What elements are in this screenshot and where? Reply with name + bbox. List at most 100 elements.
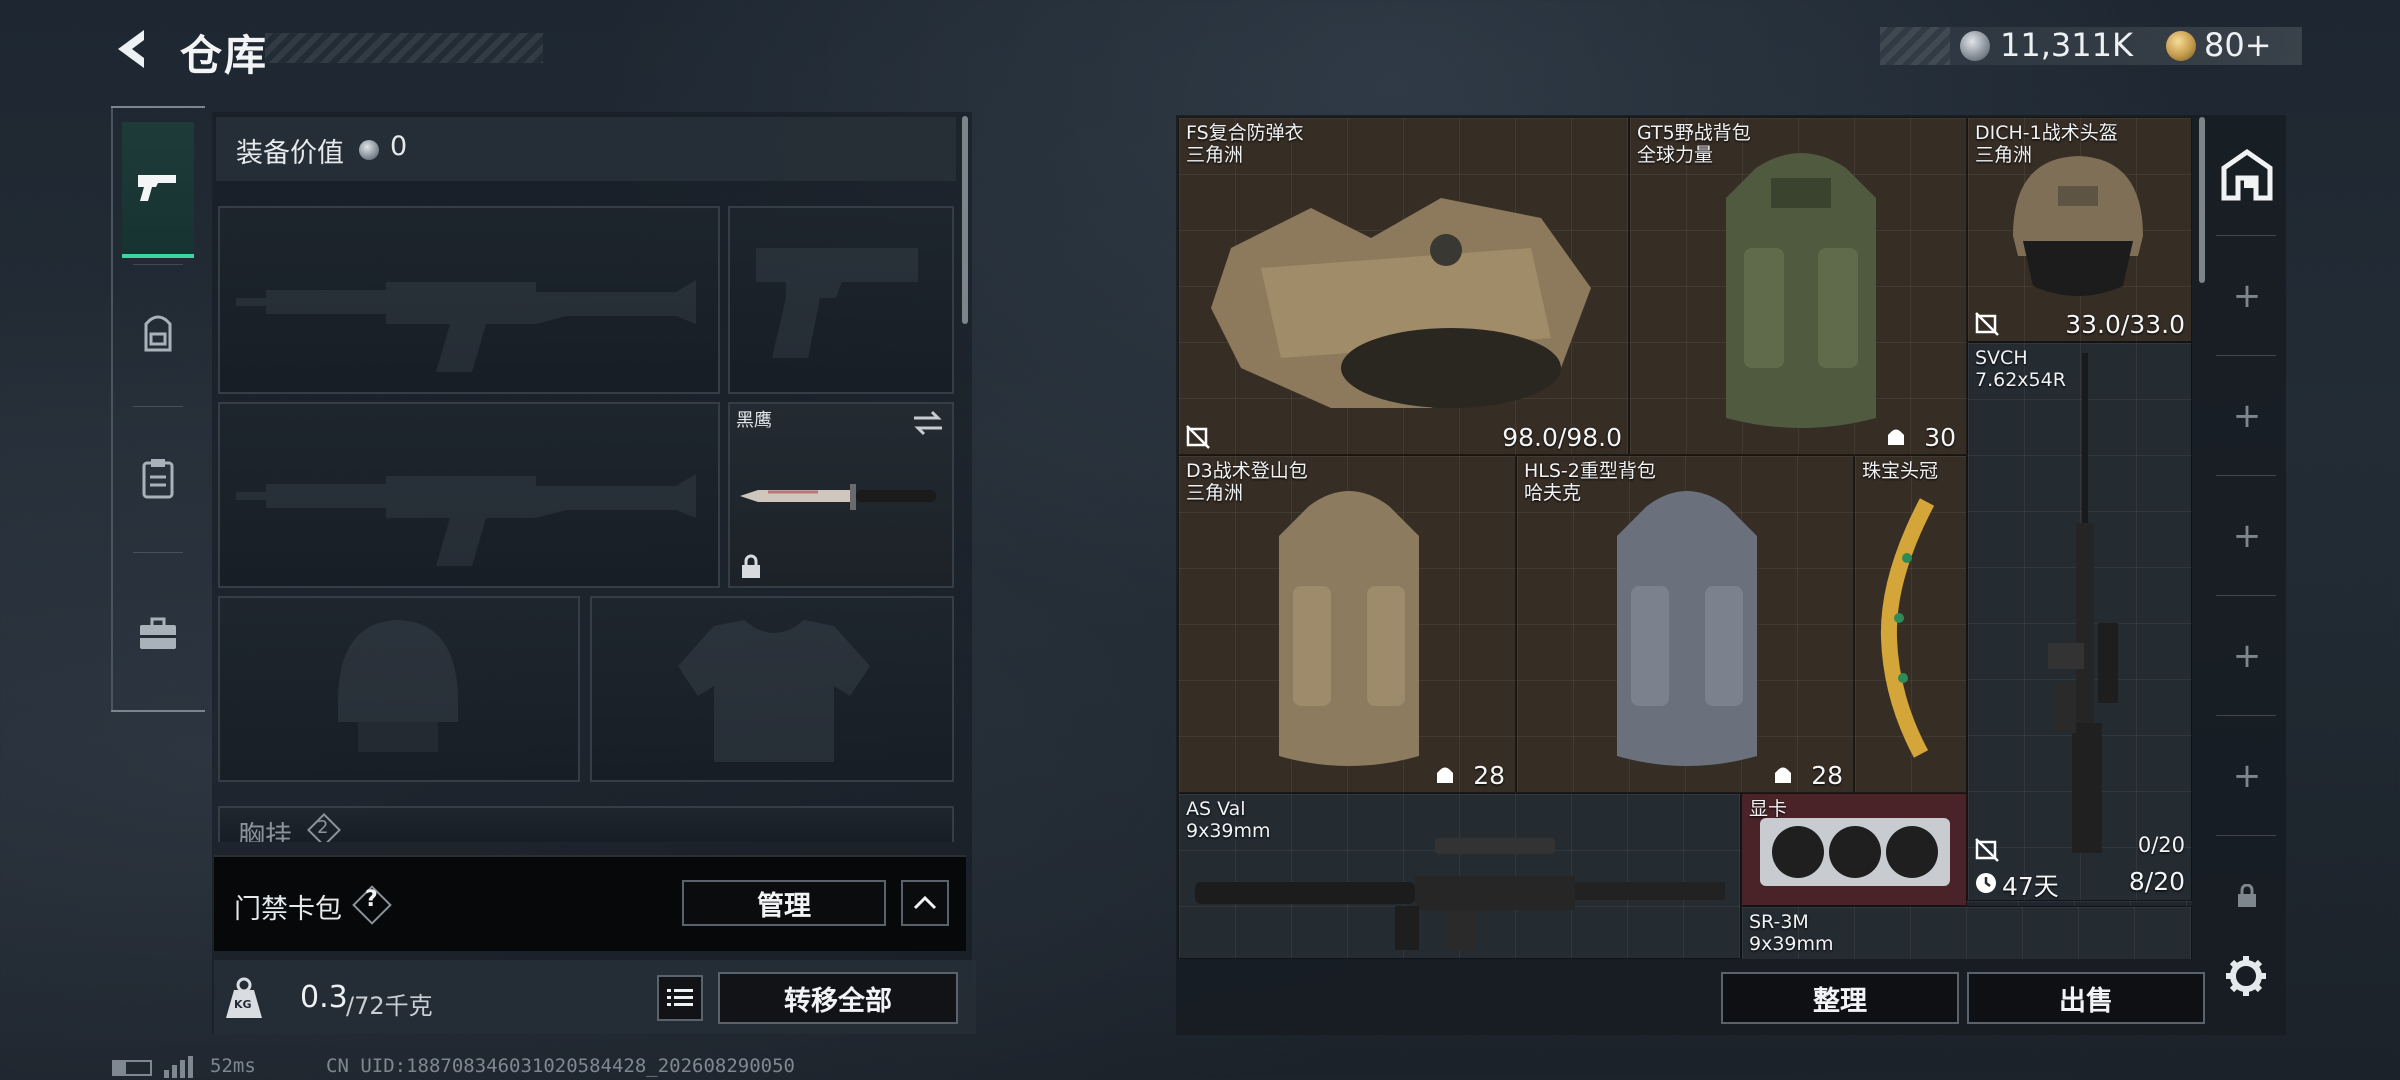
armor-vest-icon	[1211, 198, 1591, 408]
rail-divider	[2216, 715, 2276, 716]
signal-icon	[164, 1056, 194, 1078]
helmet-slot[interactable]	[218, 596, 580, 782]
capacity-icon	[1888, 429, 1904, 445]
sidebar-divider	[133, 406, 183, 407]
ping-text: 52ms	[210, 1055, 256, 1077]
storage-tab-main[interactable]	[2220, 148, 2274, 202]
melee-name: 黑鹰	[736, 410, 772, 431]
clipboard-icon	[142, 459, 174, 499]
weight-max: /72千克	[346, 992, 433, 1020]
settings-button[interactable]	[2224, 954, 2268, 998]
locked-storage[interactable]	[2237, 883, 2257, 908]
chevron-up-icon	[913, 895, 937, 910]
melee-slot[interactable]: 黑鹰	[728, 402, 954, 588]
item-ammo-count: 0/20	[2137, 833, 2185, 857]
back-button[interactable]	[108, 24, 156, 74]
tab-weapons[interactable]	[122, 122, 194, 258]
inventory-item-helmet[interactable]: DICH-1战术头盔 三角洲 33.0/33.0	[1967, 117, 2192, 342]
equip-value: 0	[390, 131, 408, 162]
rail-divider	[2216, 235, 2276, 236]
help-icon[interactable]: ?	[365, 887, 378, 912]
capacity-icon	[1437, 767, 1453, 783]
equip-value-label: 装备价值	[236, 138, 344, 169]
lock-icon	[742, 554, 760, 578]
battery-icon	[112, 1060, 152, 1076]
inventory-item-gpu[interactable]: 显卡	[1741, 793, 1967, 906]
add-storage-button[interactable]: +	[2229, 518, 2265, 554]
add-storage-button[interactable]: +	[2229, 638, 2265, 674]
add-storage-button[interactable]: +	[2229, 398, 2265, 434]
inventory-grid: FS复合防弹衣 三角洲 98.0/98.0 GT5野战背包 全球力量 30 DICH…	[1178, 117, 2192, 959]
item-capacity: 30	[1924, 423, 1956, 452]
gold-currency-value: 80+	[2204, 26, 2272, 64]
chest-rig-label: 胸挂	[238, 821, 292, 842]
helmet-icon	[2013, 156, 2143, 296]
equip-value-bar: 装备价值 0	[216, 117, 956, 181]
backpack-icon	[1617, 491, 1757, 766]
weight-icon: KG	[224, 976, 264, 1020]
inventory-item-d3-backpack[interactable]: D3战术登山包 三角洲 28	[1178, 455, 1516, 793]
gear-icon	[2226, 956, 2266, 996]
inventory-item-svch[interactable]: SVCH 7.62x54R 0/20 47天 8/20	[1967, 342, 2192, 901]
transfer-all-button[interactable]: 转移全部	[718, 972, 958, 1024]
tab-rig[interactable]	[122, 410, 194, 546]
silver-currency-value: 11,311K	[2000, 26, 2133, 64]
sidebar-divider	[133, 552, 183, 553]
swap-icon[interactable]	[910, 410, 946, 436]
briefcase-icon	[140, 617, 176, 649]
inventory-item-hls2-backpack[interactable]: HLS-2重型背包 哈夫克 28	[1516, 455, 1854, 793]
inventory-item-as-val[interactable]: AS Val 9x39mm	[1178, 793, 1741, 959]
header-decoration	[265, 33, 543, 63]
tab-case[interactable]	[122, 566, 194, 702]
sell-button[interactable]: 出售	[1967, 972, 2205, 1024]
tab-gear[interactable]	[122, 266, 194, 402]
add-storage-button[interactable]: +	[2229, 278, 2265, 314]
list-view-button[interactable]	[657, 975, 703, 1021]
crown-icon	[1880, 498, 1935, 758]
manage-button[interactable]: 管理	[682, 880, 886, 926]
inventory-item-crown[interactable]: 珠宝头冠	[1854, 455, 1967, 793]
item-name: FS复合防弹衣 三角洲	[1186, 122, 1304, 166]
sort-button[interactable]: 整理	[1721, 972, 1959, 1024]
uid-text: CN UID:188708346031020584428_20260829005…	[326, 1055, 795, 1077]
chest-rig-slot[interactable]: 胸挂 2	[218, 806, 954, 842]
inventory-item-sr3m[interactable]: SR-3M 9x39mm	[1741, 906, 2192, 959]
warehouse-icon	[2221, 148, 2273, 201]
inventory-scrollbar[interactable]	[2199, 117, 2205, 283]
clock-icon	[1976, 873, 1996, 893]
item-name: SR-3M 9x39mm	[1749, 911, 1834, 955]
rail-divider	[2216, 355, 2276, 356]
chest-rig-count: 2	[317, 817, 329, 838]
rail-divider	[2216, 595, 2276, 596]
knife-icon	[740, 484, 936, 510]
lock-icon	[2238, 883, 2256, 907]
item-durability: 98.0/98.0	[1502, 423, 1622, 452]
inventory-item-armor[interactable]: FS复合防弹衣 三角洲 98.0/98.0	[1178, 117, 1629, 455]
pistol-slot[interactable]	[728, 206, 954, 394]
expand-button[interactable]	[901, 880, 949, 926]
rifle-icon	[1195, 838, 1725, 950]
inventory-item-gt5-backpack[interactable]: GT5野战背包 全球力量 30	[1629, 117, 1967, 455]
loadout-scrollbar[interactable]	[962, 116, 968, 324]
no-repair-icon	[1975, 312, 1999, 336]
silver-coin-icon	[359, 140, 379, 160]
pistol-icon	[138, 175, 176, 201]
item-expiry: 47天	[2002, 872, 2059, 901]
sniper-rifle-icon	[2048, 353, 2118, 853]
add-storage-button[interactable]: +	[2229, 758, 2265, 794]
sidebar-divider	[133, 264, 183, 265]
item-name: 珠宝头冠	[1862, 460, 1939, 482]
back-arrow-icon	[118, 30, 144, 68]
graphics-card-icon	[1760, 818, 1950, 886]
item-capacity: 28	[1811, 761, 1843, 790]
gold-coin-icon	[2166, 31, 2196, 61]
secondary-weapon-slot[interactable]	[218, 402, 720, 588]
item-capacity: 28	[1473, 761, 1505, 790]
no-repair-icon	[1975, 838, 1999, 862]
armor-silhouette-icon	[678, 620, 870, 762]
backpack-icon	[1726, 153, 1876, 428]
armor-slot[interactable]	[590, 596, 954, 782]
primary-weapon-slot[interactable]	[218, 206, 720, 394]
no-repair-icon	[1186, 425, 1210, 449]
weight-icon-text: KG	[234, 998, 252, 1011]
